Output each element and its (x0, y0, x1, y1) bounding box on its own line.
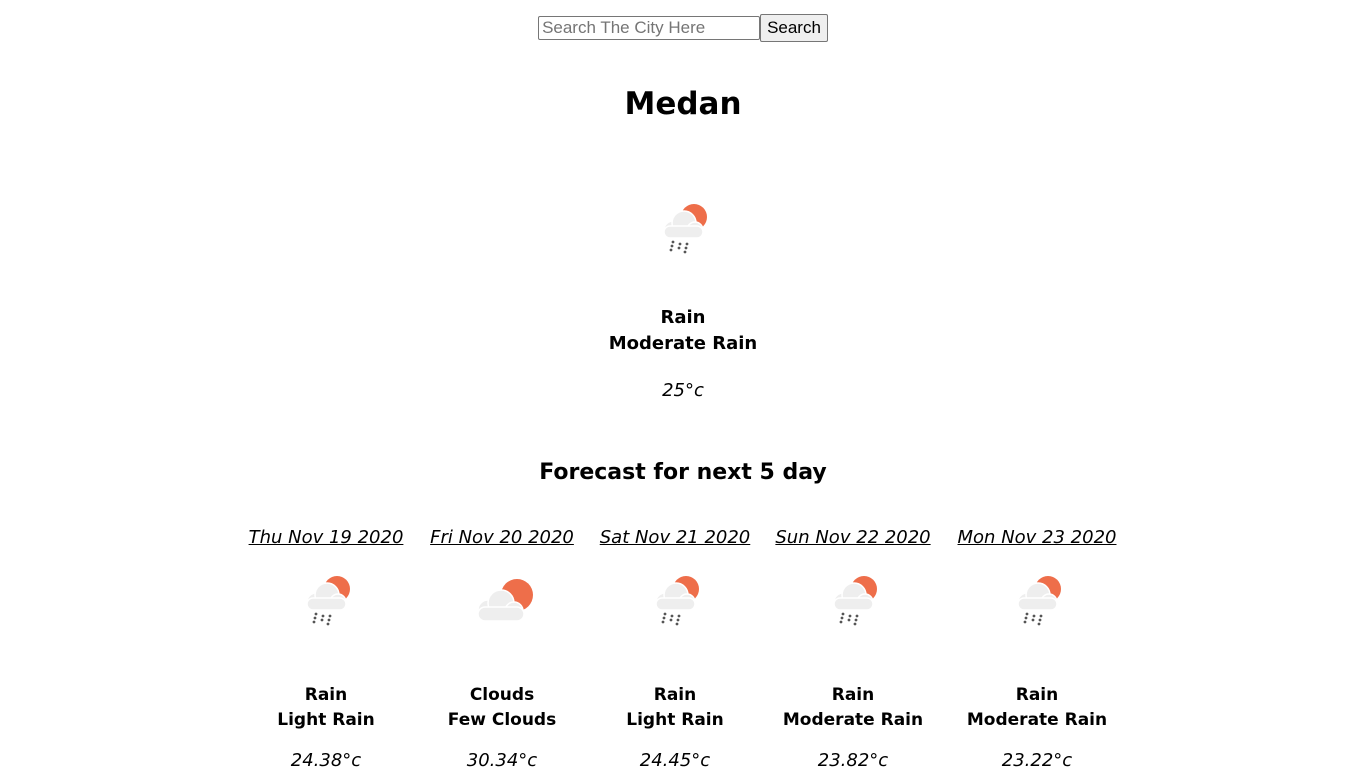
forecast-main: Rain (653, 685, 697, 705)
forecast-main: Clouds (469, 685, 535, 705)
current-weather-description: Moderate Rain (608, 333, 758, 354)
city-title: Medan (624, 86, 742, 122)
rain-sun-icon (306, 576, 350, 626)
rain-sun-icon (1017, 576, 1061, 626)
forecast-day: Sat Nov 21 2020 Rain Light Rain 24.45°c (585, 524, 765, 773)
forecast-day: Sun Nov 22 2020 Rain Moderate Rain 23.82… (763, 524, 943, 773)
forecast-day: Thu Nov 19 2020 Rain Light Rain 24.38°c (236, 524, 416, 773)
forecast-day: Fri Nov 20 2020 Clouds Few Clouds 30.34°… (412, 524, 592, 773)
current-weather-main: Rain (660, 307, 706, 328)
forecast-main: Rain (304, 685, 348, 705)
search-bar: Search (0, 14, 1366, 42)
forecast-temperature: 24.38°c (290, 750, 362, 771)
forecast-date-link[interactable]: Fri Nov 20 2020 (412, 524, 592, 552)
search-button[interactable]: Search (760, 14, 828, 42)
forecast-description: Light Rain (626, 710, 724, 730)
forecast-temperature: 30.34°c (466, 750, 538, 771)
forecast-date-link[interactable]: Sat Nov 21 2020 (585, 524, 765, 552)
forecast-day: Mon Nov 23 2020 Rain Moderate Rain 23.22… (947, 524, 1127, 773)
clouds-sun-icon (477, 579, 533, 622)
forecast-date-link[interactable]: Sun Nov 22 2020 (763, 524, 943, 552)
search-input[interactable] (538, 16, 761, 40)
current-temperature: 25°c (662, 380, 704, 401)
forecast-main: Rain (1015, 685, 1059, 705)
current-weather-summary: Rain Moderate Rain (0, 305, 1366, 357)
forecast-description: Moderate Rain (782, 710, 924, 730)
forecast-temperature: 23.82°c (817, 750, 889, 771)
forecast-date-link[interactable]: Mon Nov 23 2020 (947, 524, 1127, 552)
forecast-main: Rain (831, 685, 875, 705)
forecast-temperature: 23.22°c (1001, 750, 1073, 771)
forecast-description: Light Rain (277, 710, 375, 730)
forecast-temperature: 24.45°c (639, 750, 711, 771)
forecast-date-link[interactable]: Thu Nov 19 2020 (236, 524, 416, 552)
forecast-description: Moderate Rain (966, 710, 1108, 730)
forecast-title: Forecast for next 5 day (539, 460, 827, 485)
rain-sun-icon (655, 576, 699, 626)
rain-sun-icon (663, 204, 707, 254)
rain-sun-icon (833, 576, 877, 626)
forecast-description: Few Clouds (447, 710, 557, 730)
